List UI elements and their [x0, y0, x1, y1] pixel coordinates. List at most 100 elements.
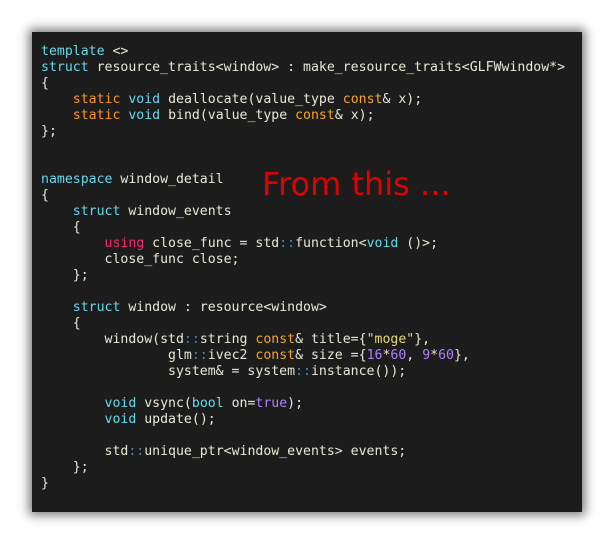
code-line: struct window_events [41, 204, 565, 220]
code-token-plain: , [406, 348, 423, 363]
code-token-scope: :: [279, 236, 296, 251]
code-line: struct window : resource<window> [41, 300, 565, 316]
code-token-type: void [366, 236, 399, 251]
code-token-type: void [104, 396, 137, 411]
code-token-plain: std [41, 444, 129, 459]
code-token-storage: static [72, 92, 121, 107]
code-token-plain: <> [104, 44, 129, 59]
code-token-kw: namespace [41, 172, 113, 187]
code-token-plain: }, [414, 332, 431, 347]
code-token-plain: * [430, 348, 439, 363]
code-token-plain: window_detail [112, 172, 224, 187]
code-line: using close_func = std::function<void ()… [41, 236, 565, 252]
code-token-plain: & x); [334, 108, 375, 123]
code-token-plain: & size ={ [295, 348, 367, 363]
code-token-plain: instance()); [310, 364, 407, 379]
code-line: system& = system::instance()); [41, 364, 565, 380]
code-token-plain: close_func = std [144, 236, 280, 251]
code-token-plain: system& = system [41, 364, 296, 379]
code-token-kw: struct [72, 300, 121, 315]
code-token-plain: function< [295, 236, 367, 251]
code-token-scope: :: [191, 348, 208, 363]
code-token-qual: const [342, 92, 383, 107]
code-token-num: 60 [438, 348, 454, 363]
code-token-plain: }; [41, 268, 89, 283]
code-token-scope: :: [128, 444, 145, 459]
code-token-qual: const [295, 108, 335, 123]
code-token-bool: true [255, 396, 288, 411]
code-line: close_func close; [41, 252, 565, 268]
code-token-type: bool [191, 396, 224, 411]
code-token-plain: close_func close; [41, 252, 240, 267]
code-line: { [41, 220, 565, 236]
code-token-type: void [128, 108, 161, 123]
code-editor-screenshot: template <> struct resource_traits<window… [32, 32, 582, 512]
code-token-qual: const [255, 332, 296, 347]
code-token-kw: struct [72, 204, 121, 219]
code-token-plain: { [41, 316, 81, 331]
code-token-num: 9 [422, 348, 431, 363]
code-token-plain: unique_ptr<window_events> events; [144, 444, 407, 459]
code-token-plain: ivec2 [207, 348, 256, 363]
code-token-plain: & title={ [295, 332, 367, 347]
code-token-plain: update(); [136, 412, 216, 427]
code-token-num: 60 [390, 348, 407, 363]
code-token-plain: on= [223, 396, 256, 411]
code-token-plain: bind(value_type [160, 108, 296, 123]
code-line: static void bind(value_type const& x); [41, 108, 565, 124]
code-token-plain: & x); [382, 92, 423, 107]
code-token-plain: deallocate(value_type [160, 92, 343, 107]
code-token-num: 16 [366, 348, 383, 363]
code-token-plain: } [41, 476, 49, 491]
overlay-caption: From this ... [262, 165, 451, 203]
code-token-scope: :: [295, 364, 311, 379]
code-token-type: void [128, 92, 161, 107]
code-token-plain: window : resource<window> [120, 300, 327, 315]
code-line: struct resource_traits<window> : make_re… [41, 60, 565, 76]
code-line: } [41, 476, 565, 492]
code-line: glm::ivec2 const& size ={16*60, 9*60}, [41, 348, 565, 364]
code-line: }; [41, 124, 565, 140]
code-line: static void deallocate(value_type const&… [41, 92, 565, 108]
code-token-kw: struct [41, 60, 89, 75]
code-token-plain: resource_traits<window> : make_resource_… [88, 60, 566, 75]
code-line: { [41, 76, 565, 92]
code-token-scope: :: [183, 332, 200, 347]
code-token-plain: vsync( [136, 396, 192, 411]
code-line: }; [41, 268, 565, 284]
code-token-plain: { [41, 76, 49, 91]
code-token-plain: { [41, 188, 49, 203]
code-token-kw: template [41, 44, 105, 59]
code-token-str: "moge" [366, 332, 415, 347]
code-token-plain: window_events [120, 204, 232, 219]
code-token-plain: string [199, 332, 256, 347]
code-token-plain: }; [41, 124, 57, 139]
code-token-plain: }, [453, 348, 470, 363]
code-token-type: void [104, 412, 137, 427]
code-token-plain: ); [287, 396, 304, 411]
code-block: template <> struct resource_traits<window… [41, 44, 565, 492]
code-line: window(std::string const& title={"moge"}… [41, 332, 565, 348]
code-token-plain: ()>; [398, 236, 439, 251]
code-line: void vsync(bool on=true); [41, 396, 565, 412]
code-line: template <> [41, 44, 565, 60]
code-token-plain: window(std [41, 332, 184, 347]
code-line: void update(); [41, 412, 565, 428]
code-token-plain: { [41, 220, 81, 235]
code-line: { [41, 316, 565, 332]
code-token-qual: const [255, 348, 296, 363]
code-line: }; [41, 460, 565, 476]
code-token-storage: static [72, 108, 121, 123]
code-token-using: using [104, 236, 145, 251]
